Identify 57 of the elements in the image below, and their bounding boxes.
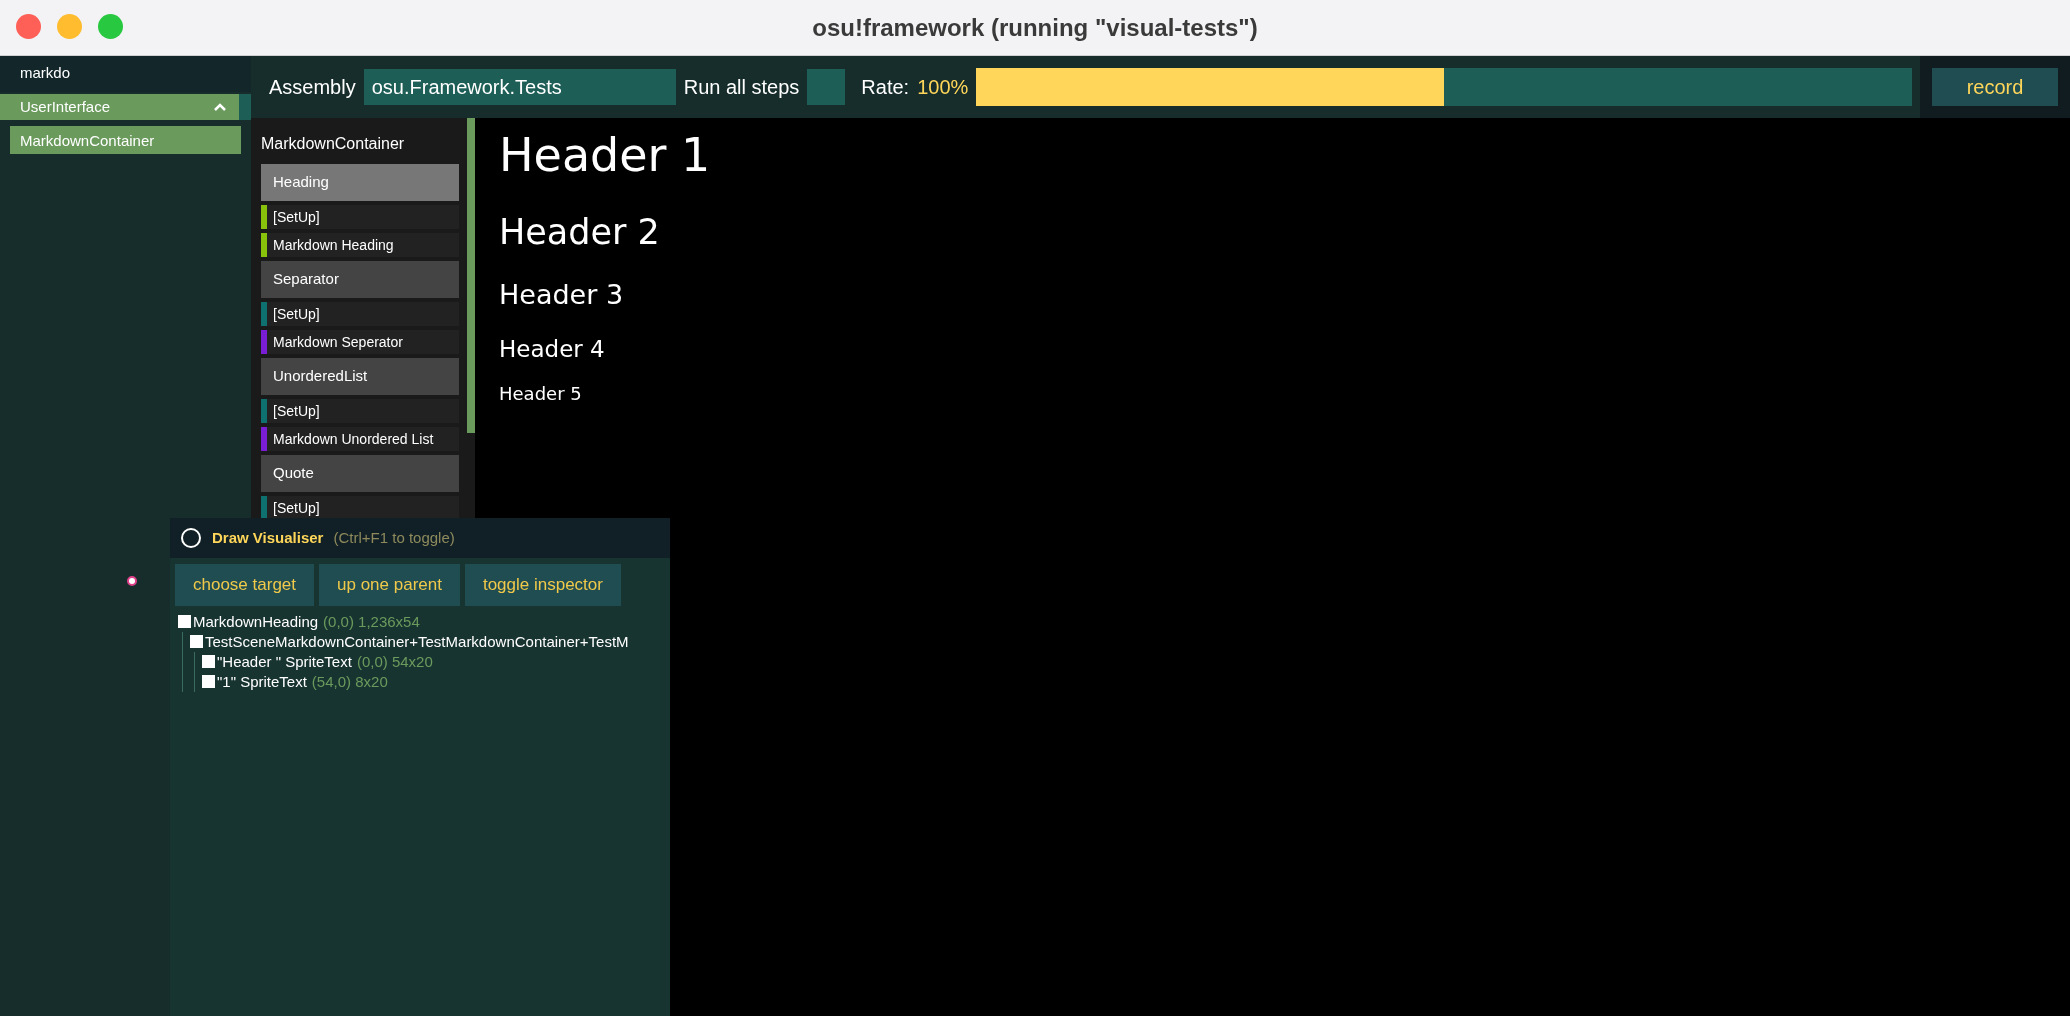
window-title: osu!framework (running "visual-tests") <box>812 12 1258 43</box>
cursor-dot-icon <box>127 576 137 586</box>
node-square-icon <box>202 675 215 688</box>
step-group[interactable]: Separator <box>261 261 459 298</box>
step-item[interactable]: [SetUp] <box>261 302 459 326</box>
visualiser-hint: (Ctrl+F1 to toggle) <box>333 527 455 548</box>
run-all-steps-checkbox[interactable] <box>807 69 846 105</box>
step-item[interactable]: [SetUp] <box>261 496 459 520</box>
step-label: [SetUp] <box>273 498 320 518</box>
visualiser-button[interactable]: choose target <box>175 564 314 606</box>
step-label: Markdown Seperator <box>273 332 403 352</box>
step-label: [SetUp] <box>273 401 320 421</box>
step-label: [SetUp] <box>273 304 320 324</box>
step-list-title: MarkdownContainer <box>261 134 406 154</box>
step-item[interactable]: [SetUp] <box>261 205 459 229</box>
tree-node-name[interactable]: "1" SpriteText <box>217 671 307 692</box>
step-item[interactable]: [SetUp] <box>261 399 459 423</box>
heading: Header 2 <box>499 211 660 254</box>
minimize-button[interactable] <box>57 14 82 39</box>
step-label: Markdown Unordered List <box>273 429 434 449</box>
node-square-icon <box>190 635 203 648</box>
tree-node-name[interactable]: MarkdownHeading <box>193 611 319 632</box>
visualiser-title: Draw Visualiser <box>212 527 324 548</box>
node-square-icon <box>178 615 191 628</box>
zoom-button[interactable] <box>98 14 123 39</box>
step-item[interactable]: Markdown Unordered List <box>261 427 459 451</box>
visualiser-button[interactable]: toggle inspector <box>464 564 621 606</box>
circle-icon <box>180 527 202 549</box>
rate-label: Rate: <box>861 75 910 100</box>
rate-value: 100% <box>917 75 969 100</box>
heading: Header 3 <box>499 279 624 312</box>
step-item[interactable]: Markdown Heading <box>261 233 459 257</box>
step-group[interactable]: Heading <box>261 164 459 201</box>
tree-node-info: (54,0) 8x20 <box>311 671 388 692</box>
run-all-steps-label: Run all steps <box>683 75 800 100</box>
close-button[interactable] <box>16 14 41 39</box>
heading: Header 1 <box>499 128 711 184</box>
record-button[interactable]: record <box>1932 68 2058 106</box>
tree-node-name[interactable]: TestSceneMarkdownContainer+TestMarkdownContainer+TestM <box>205 631 629 652</box>
step-label: [SetUp] <box>273 207 320 227</box>
scrollbar[interactable] <box>467 118 475 433</box>
heading: Header 5 <box>499 383 582 405</box>
category-label: UserInterface <box>20 96 111 117</box>
assembly-field[interactable]: osu.Framework.Tests <box>363 69 676 105</box>
step-group[interactable]: UnorderedList <box>261 358 459 395</box>
step-label: Markdown Heading <box>273 235 394 255</box>
tree-node-info: (0,0) 54x20 <box>356 651 433 672</box>
step-group[interactable]: Quote <box>261 455 459 492</box>
assembly-label: Assembly <box>269 75 356 100</box>
visualiser-button[interactable]: up one parent <box>319 564 460 606</box>
node-square-icon <box>202 655 215 668</box>
tree-node-name[interactable]: "Header " SpriteText <box>217 651 352 672</box>
search-field[interactable]: markdo <box>0 56 251 92</box>
rate-slider[interactable] <box>976 68 1912 106</box>
step-item[interactable]: Markdown Seperator <box>261 330 459 354</box>
tree-node-info: (0,0) 1,236x54 <box>323 611 420 632</box>
heading: Header 4 <box>499 335 605 364</box>
